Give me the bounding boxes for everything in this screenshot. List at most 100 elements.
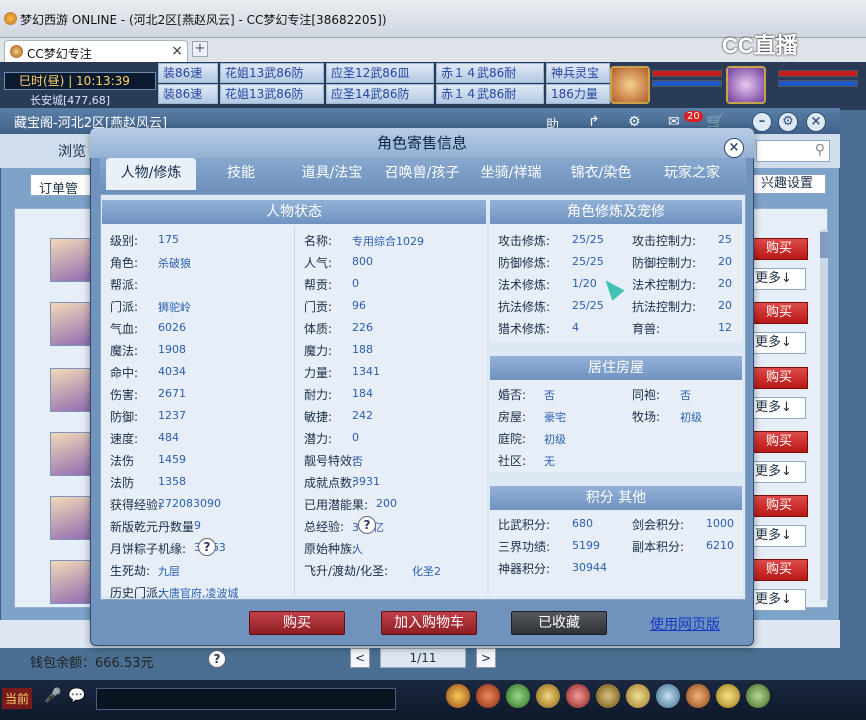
rank-item[interactable]: 花姐13武86防: [220, 84, 324, 104]
team-icon[interactable]: [566, 684, 590, 708]
emote-icon[interactable]: [716, 684, 740, 708]
stat-value: 1237: [158, 409, 186, 422]
attack-icon[interactable]: [446, 684, 470, 708]
rank-item[interactable]: 装86速: [158, 84, 218, 104]
pet-mp-bar: [778, 80, 858, 87]
browser-tab[interactable]: CC梦幻专注 ×: [4, 40, 188, 62]
stat-label: 名称:: [304, 234, 333, 248]
give-icon[interactable]: [506, 684, 530, 708]
tab-character-cultivation[interactable]: 人物/修炼: [106, 158, 196, 190]
rank-item[interactable]: 花姐13武86防: [220, 63, 324, 83]
clock-time: 10:13:39: [76, 74, 130, 88]
listing-avatar[interactable]: [50, 368, 92, 412]
order-management[interactable]: 订单管: [30, 174, 94, 197]
gang-icon[interactable]: [656, 684, 680, 708]
listing-buy-button[interactable]: 购买: [750, 238, 808, 260]
tab-skills[interactable]: 技能: [206, 158, 276, 188]
nav-browse[interactable]: 浏览: [58, 141, 86, 161]
close-icon[interactable]: ×: [806, 112, 826, 132]
listing-avatar[interactable]: [50, 238, 92, 282]
listing-more-button[interactable]: 更多↓: [750, 332, 806, 354]
favorited-button[interactable]: 已收藏: [511, 611, 607, 635]
stat-label: 育兽:: [632, 322, 661, 336]
listing-avatar[interactable]: [50, 560, 92, 604]
bag-icon[interactable]: [686, 684, 710, 708]
listing-more-button[interactable]: 更多↓: [750, 397, 806, 419]
search-input[interactable]: ⚲: [756, 140, 830, 162]
stat-label: 同袍:: [632, 388, 661, 402]
listing-buy-button[interactable]: 购买: [750, 367, 808, 389]
stat-label: 社区:: [498, 454, 527, 468]
rank-item[interactable]: 装86速: [158, 63, 218, 83]
chat-input[interactable]: [96, 688, 396, 710]
character-portrait[interactable]: [610, 66, 650, 104]
stat-label: 帮派:: [110, 278, 139, 292]
stat-label: 潜力:: [304, 432, 333, 446]
stat-value: 人: [352, 543, 363, 556]
buy-button[interactable]: 购买: [249, 611, 345, 635]
use-web-version-link[interactable]: 使用网页版: [650, 614, 720, 634]
wallet-balance: 钱包余额：666.53元: [30, 656, 154, 671]
item-icon[interactable]: [476, 684, 500, 708]
stat-value: 1908: [158, 343, 186, 356]
listing-buy-button[interactable]: 购买: [750, 559, 808, 581]
listing-more-button[interactable]: 更多↓: [750, 589, 806, 611]
stat-label: 攻击控制力:: [632, 234, 697, 248]
listing-buy-button[interactable]: 购买: [750, 302, 808, 324]
tab-close-icon[interactable]: ×: [171, 43, 183, 59]
minimize-icon[interactable]: –: [752, 112, 772, 132]
listing-avatar[interactable]: [50, 432, 92, 476]
gear-icon[interactable]: ⚙: [778, 112, 798, 132]
listing-avatar[interactable]: [50, 302, 92, 346]
stat-value: 680: [572, 517, 593, 530]
microphone-icon[interactable]: 🎤: [44, 688, 61, 704]
rank-item[interactable]: 赤１４武86耐: [436, 84, 544, 104]
rank-item[interactable]: 186力量: [546, 84, 610, 104]
stat-value: 初级: [544, 433, 566, 446]
tab-mounts[interactable]: 坐骑/祥瑞: [470, 158, 552, 188]
listing-more-button[interactable]: 更多↓: [750, 268, 806, 290]
interest-settings-button[interactable]: 兴趣设置: [748, 174, 826, 194]
next-page-button[interactable]: >: [476, 648, 496, 668]
new-tab-button[interactable]: +: [192, 41, 208, 57]
rank-item[interactable]: 赤１４武86耐: [436, 63, 544, 83]
rank-item[interactable]: 神兵灵宝: [546, 63, 610, 83]
search-icon[interactable]: ⚲: [815, 142, 825, 158]
help-icon[interactable]: ?: [358, 516, 376, 534]
prev-page-button[interactable]: <: [350, 648, 370, 668]
pet-icon[interactable]: [596, 684, 620, 708]
rank-item[interactable]: 应圣12武86皿: [326, 63, 434, 83]
system-icon[interactable]: [746, 684, 770, 708]
stat-label: 三界功绩:: [498, 540, 551, 554]
stat-label: 法术控制力:: [632, 278, 697, 292]
trade-icon[interactable]: [536, 684, 560, 708]
tab-pets[interactable]: 召唤兽/孩子: [376, 158, 468, 188]
channel-current[interactable]: 当前: [2, 688, 33, 709]
wallet-help-icon[interactable]: ?: [208, 650, 226, 668]
pet-portrait[interactable]: [726, 66, 766, 104]
listing-scroll-thumb[interactable]: [820, 232, 828, 258]
listing-more-button[interactable]: 更多↓: [750, 525, 806, 547]
window-title: 梦幻西游 ONLINE - (河北2区[燕赵风云] - CC梦幻专注[38682…: [20, 13, 387, 27]
tab-costume[interactable]: 锦衣/染色: [560, 158, 642, 188]
quest-icon[interactable]: [626, 684, 650, 708]
chat-bubble-icon[interactable]: 💬: [68, 688, 85, 704]
listing-buy-button[interactable]: 购买: [750, 495, 808, 517]
add-to-cart-button[interactable]: 加入购物车: [381, 611, 477, 635]
tab-items[interactable]: 道具/法宝: [292, 158, 372, 188]
help-icon[interactable]: ?: [198, 538, 216, 556]
tab-player-home[interactable]: 玩家之家: [650, 158, 734, 188]
listing-scrollbar[interactable]: [820, 230, 828, 600]
stat-label: 获得经验:: [110, 498, 163, 512]
stat-label: 攻击修炼:: [498, 234, 551, 248]
stat-label: 房屋:: [498, 410, 527, 424]
listing-more-button[interactable]: 更多↓: [750, 461, 806, 483]
listing-buy-button[interactable]: 购买: [750, 431, 808, 453]
rank-item[interactable]: 应圣14武86防: [326, 84, 434, 104]
stat-value: 1000: [706, 517, 734, 530]
dialog-close-icon[interactable]: ×: [724, 138, 744, 158]
stat-label: 生死劫:: [110, 564, 151, 578]
stat-label: 魔法:: [110, 344, 139, 358]
house-header: 居住房屋: [490, 356, 742, 380]
listing-avatar[interactable]: [50, 496, 92, 540]
